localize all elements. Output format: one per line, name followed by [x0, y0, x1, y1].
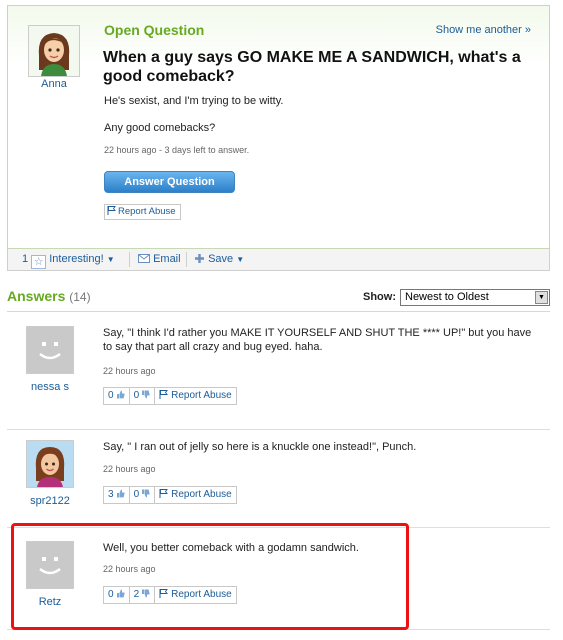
report-abuse-label: Report Abuse: [118, 206, 176, 217]
answer-time: 22 hours ago: [103, 464, 156, 474]
answer-vote-bar: 0 0 Report Abuse: [103, 387, 237, 405]
question-action-bar: 1 ☆ Interesting! ▼ Email Save ▼: [7, 249, 550, 271]
flag-icon: [107, 206, 116, 215]
report-abuse-button[interactable]: Report Abuse: [155, 487, 236, 503]
answer-vote-bar: 3 0 Report Abuse: [103, 486, 237, 504]
thumbs-down-button[interactable]: 0: [130, 388, 156, 404]
chevron-down-icon: ▼: [236, 255, 245, 264]
answers-heading: Answers (14): [7, 288, 91, 304]
interesting-count: 1: [22, 253, 29, 265]
report-abuse-button[interactable]: Report Abuse: [155, 388, 236, 404]
chevron-down-icon: ▼: [106, 255, 115, 264]
interesting-label: Interesting!: [49, 253, 104, 265]
thumbs-down-count: 0: [133, 390, 140, 401]
email-button[interactable]: Email: [138, 253, 181, 265]
answer-avatar[interactable]: [26, 440, 74, 488]
asker-avatar[interactable]: [28, 25, 80, 77]
question-report-abuse-button[interactable]: Report Abuse: [104, 204, 181, 220]
save-label: Save: [208, 253, 234, 265]
thumbs-down-icon: [142, 390, 150, 399]
save-button[interactable]: Save ▼: [194, 253, 244, 265]
dropdown-arrow-icon[interactable]: ▼: [535, 291, 548, 304]
thumbs-down-icon: [142, 489, 150, 498]
flag-icon: [159, 489, 169, 498]
answers-count: (14): [69, 290, 91, 304]
email-label: Email: [153, 253, 181, 265]
answer-divider: [7, 429, 550, 430]
question-panel: Anna Open Question Show me another » Whe…: [7, 5, 550, 249]
envelope-icon: [138, 254, 150, 263]
girl-avatar-icon: [29, 26, 79, 76]
flag-icon: [159, 390, 169, 399]
answer-username[interactable]: spr2122: [18, 495, 82, 507]
answer-avatar[interactable]: [26, 326, 74, 374]
thumbs-down-button[interactable]: 0: [130, 487, 156, 503]
answers-title: Answers: [7, 288, 66, 304]
highlight-box: [11, 523, 409, 630]
report-abuse-label: Report Abuse: [171, 489, 232, 500]
thumbs-up-icon: [116, 390, 125, 399]
question-body-line-1: He's sexist, and I'm trying to be witty.: [104, 95, 284, 107]
star-icon: ☆: [31, 255, 47, 269]
sort-label: Show:: [363, 291, 396, 303]
action-divider: [186, 252, 187, 267]
thumbs-up-count: 0: [108, 390, 114, 401]
answer-question-button[interactable]: Answer Question: [104, 171, 235, 193]
thumbs-up-button[interactable]: 0: [104, 388, 130, 404]
asker-name[interactable]: Anna: [26, 78, 82, 90]
answer-username[interactable]: nessa s: [18, 381, 82, 393]
sort-order-select[interactable]: Newest to Oldest ▼: [400, 289, 550, 306]
open-question-label: Open Question: [104, 22, 205, 38]
answer-text: Say, "I think I'd rather you MAKE IT YOU…: [103, 327, 532, 353]
show-another-link[interactable]: Show me another »: [436, 24, 531, 36]
interesting-button[interactable]: 1 ☆ Interesting! ▼: [22, 253, 115, 269]
action-divider: [129, 252, 130, 267]
answer-text: Say, " I ran out of jelly so here is a k…: [103, 441, 417, 453]
question-meta: 22 hours ago - 3 days left to answer.: [104, 145, 250, 155]
thumbs-up-count: 3: [108, 489, 114, 500]
question-title: When a guy says GO MAKE ME A SANDWICH, w…: [103, 49, 521, 85]
report-abuse-label: Report Abuse: [171, 390, 232, 401]
thumbs-up-icon: [116, 489, 125, 498]
thumbs-up-button[interactable]: 3: [104, 487, 130, 503]
answer-time: 22 hours ago: [103, 366, 156, 376]
girl-avatar-icon: [27, 441, 73, 487]
sort-selected-value: Newest to Oldest: [405, 291, 489, 303]
question-body-line-2: Any good comebacks?: [104, 122, 216, 134]
thumbs-down-count: 0: [133, 489, 140, 500]
default-avatar-icon: [27, 327, 73, 373]
answers-header-rule: [7, 311, 550, 312]
plus-icon: [195, 254, 204, 263]
